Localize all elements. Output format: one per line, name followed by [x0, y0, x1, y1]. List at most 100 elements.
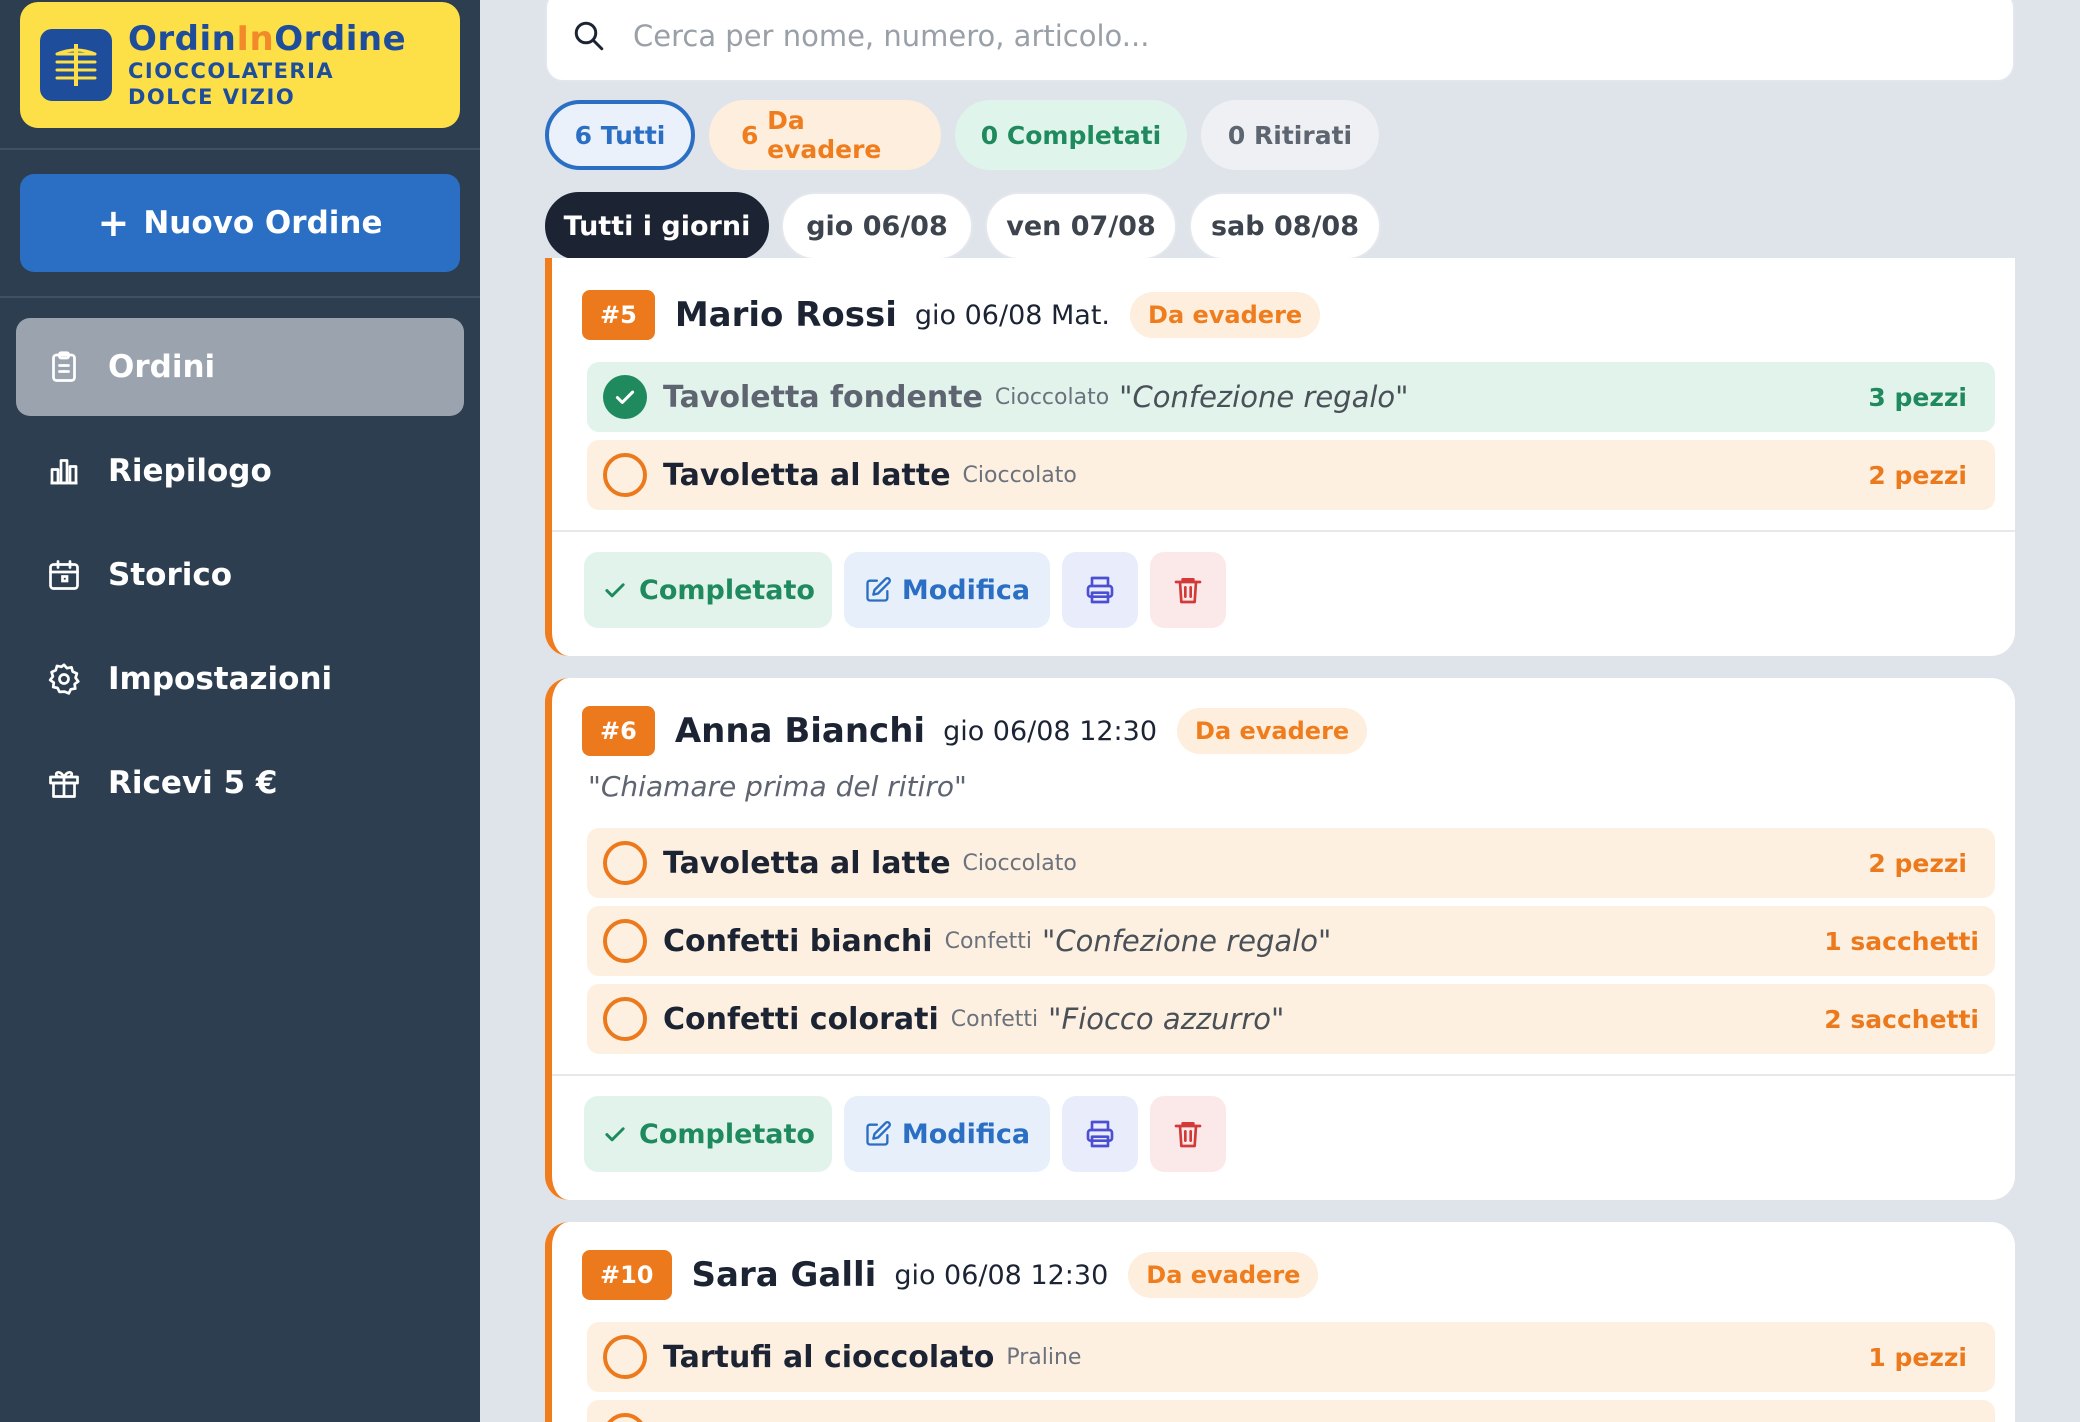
search-input[interactable]	[633, 19, 1933, 53]
item-category: Cioccolato	[962, 462, 1077, 488]
day-filter-all[interactable]: Tutti i giorni	[545, 192, 769, 260]
delete-button[interactable]	[1150, 552, 1226, 628]
calendar-icon	[49, 560, 79, 590]
printer-icon	[1086, 1120, 1114, 1148]
order-header: #5 Mario Rossi gio 06/08 Mat. Da evadere	[582, 290, 1321, 340]
new-order-label: Nuovo Ordine	[143, 205, 383, 241]
sidebar: OrdinInOrdine CIOCCOLATERIA DOLCE VIZIO …	[0, 0, 480, 1422]
empty-circle-icon[interactable]	[603, 1335, 647, 1379]
order-card: #5 Mario Rossi gio 06/08 Mat. Da evadere…	[545, 258, 2015, 656]
item-quantity: 1 pezzi	[1868, 1342, 1967, 1372]
order-item	[587, 1400, 1995, 1422]
brand-logo-block[interactable]: OrdinInOrdine CIOCCOLATERIA DOLCE VIZIO	[20, 2, 460, 128]
filter-count: 6	[741, 120, 759, 150]
plus-icon: +	[97, 201, 130, 245]
sidebar-item-label: Ordini	[108, 349, 216, 385]
print-button[interactable]	[1062, 1096, 1138, 1172]
card-divider	[552, 1074, 2015, 1076]
brand-name-part2: Ordine	[274, 19, 407, 59]
item-category: Cioccolato	[962, 850, 1077, 876]
filter-completati[interactable]: 0 Completati	[955, 100, 1187, 170]
edit-button-label: Modifica	[901, 1118, 1031, 1150]
empty-circle-icon[interactable]	[603, 841, 647, 885]
item-quantity: 2 sacchetti	[1824, 1004, 1979, 1034]
item-name: Tartufi al cioccolato	[663, 1339, 995, 1375]
sidebar-item-riepilogo[interactable]: Riepilogo	[16, 422, 464, 520]
filter-count: 6	[574, 120, 593, 150]
complete-button[interactable]: Completato	[584, 1096, 832, 1172]
complete-button[interactable]: Completato	[584, 552, 832, 628]
customer-name: Mario Rossi	[674, 295, 897, 335]
filter-count: 0	[980, 120, 999, 150]
item-note: "Fiocco azzurro"	[1048, 1002, 1285, 1036]
sidebar-item-label: Impostazioni	[108, 661, 333, 697]
check-circle-icon[interactable]	[603, 375, 647, 419]
filter-count: 0	[1227, 120, 1246, 150]
item-name: Confetti colorati	[663, 1001, 939, 1037]
sidebar-item-storico[interactable]: Storico	[16, 526, 464, 624]
status-badge: Da evadere	[1128, 1252, 1319, 1298]
customer-name: Sara Galli	[691, 1255, 877, 1295]
order-actions: Completato Modifica	[584, 1096, 1226, 1172]
order-item: Tavoletta al latte Cioccolato 2 pezzi	[587, 828, 1995, 898]
day-filter-gio[interactable]: gio 06/08	[781, 192, 973, 260]
empty-circle-icon[interactable]	[603, 453, 647, 497]
card-divider	[552, 530, 2015, 532]
search-bar[interactable]	[545, 0, 2015, 82]
sidebar-item-impostazioni[interactable]: Impostazioni	[16, 630, 464, 728]
sidebar-item-label: Ricevi 5 €	[108, 765, 278, 801]
gift-icon	[49, 770, 79, 798]
filter-label: Tutti	[600, 120, 666, 150]
filter-label: Ritirati	[1254, 120, 1353, 150]
item-category: Cioccolato	[994, 384, 1110, 410]
sidebar-item-ordini[interactable]: Ordini	[16, 318, 464, 416]
check-icon	[605, 1127, 625, 1142]
order-number-badge: #5	[582, 290, 655, 340]
sidebar-divider	[0, 148, 480, 150]
customer-name: Anna Bianchi	[674, 711, 926, 751]
brand-name: OrdinInOrdine	[128, 20, 428, 58]
edit-button[interactable]: Modifica	[844, 552, 1050, 628]
pickup-time: gio 06/08 Mat.	[914, 299, 1111, 331]
item-category: Confetti	[950, 1006, 1039, 1032]
filter-tutti[interactable]: 6 Tutti	[545, 100, 695, 170]
edit-button[interactable]: Modifica	[844, 1096, 1050, 1172]
order-item: Tartufi al cioccolato Praline 1 pezzi	[587, 1322, 1995, 1392]
order-item: Confetti bianchi Confetti "Confezione re…	[587, 906, 1995, 976]
sidebar-item-ricevi[interactable]: Ricevi 5 €	[16, 734, 464, 832]
empty-circle-icon[interactable]	[603, 919, 647, 963]
day-filter-bar: Tutti i giorni gio 06/08 ven 07/08 sab 0…	[545, 192, 1381, 260]
bar-chart-icon	[50, 459, 78, 485]
empty-circle-icon[interactable]	[603, 1413, 647, 1422]
edit-icon	[866, 1121, 891, 1146]
day-filter-ven[interactable]: ven 07/08	[985, 192, 1177, 260]
order-item: Confetti colorati Confetti "Fiocco azzur…	[587, 984, 1995, 1054]
sidebar-item-label: Storico	[108, 557, 233, 593]
filter-ritirati[interactable]: 0 Ritirati	[1201, 100, 1379, 170]
trash-icon	[1174, 1122, 1202, 1148]
empty-circle-icon[interactable]	[603, 997, 647, 1041]
status-badge: Da evadere	[1130, 292, 1321, 338]
item-category: Praline	[1006, 1344, 1082, 1370]
printer-icon	[1086, 576, 1114, 604]
day-filter-sab[interactable]: sab 08/08	[1189, 192, 1381, 260]
order-item: Tavoletta al latte Cioccolato 2 pezzi	[587, 440, 1995, 510]
item-quantity: 1 sacchetti	[1824, 926, 1979, 956]
edit-icon	[866, 577, 891, 602]
order-item: Tavoletta fondente Cioccolato "Confezion…	[587, 362, 1995, 432]
delete-button[interactable]	[1150, 1096, 1226, 1172]
pickup-time: gio 06/08 12:30	[894, 1259, 1109, 1291]
search-icon	[574, 21, 604, 51]
filter-label: Da evadere	[767, 106, 882, 164]
complete-button-label: Completato	[639, 1118, 815, 1150]
order-card: #6 Anna Bianchi gio 06/08 12:30 Da evade…	[545, 678, 2015, 1200]
new-order-button[interactable]: + Nuovo Ordine	[20, 174, 460, 272]
item-note: "Confezione regalo"	[1042, 924, 1332, 958]
brand-subtitle: CIOCCOLATERIA DOLCE VIZIO	[128, 59, 335, 109]
brand-name-part1: Ordin	[128, 19, 237, 59]
item-name: Confetti bianchi	[663, 923, 933, 959]
complete-button-label: Completato	[639, 574, 815, 606]
filter-da-evadere[interactable]: 6 Da evadere	[709, 100, 941, 170]
print-button[interactable]	[1062, 552, 1138, 628]
edit-button-label: Modifica	[901, 574, 1031, 606]
